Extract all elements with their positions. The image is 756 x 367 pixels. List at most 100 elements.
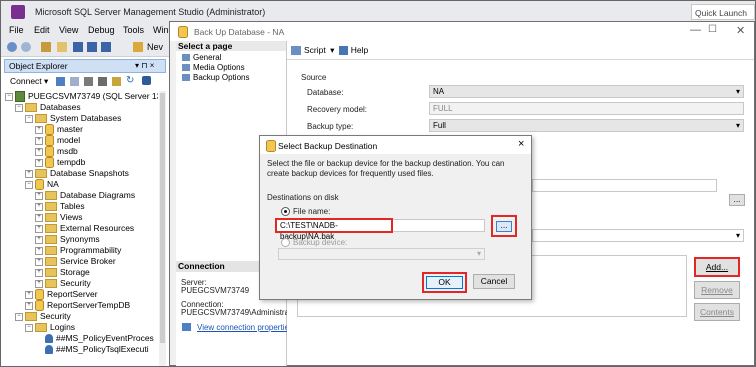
menu-view[interactable]: View (59, 25, 78, 35)
browse-file-button[interactable]: ... (496, 221, 512, 232)
tree-node[interactable]: + Database Diagrams (35, 190, 135, 201)
ok-button[interactable]: OK (426, 276, 463, 289)
tree-node[interactable]: + Programmability (35, 245, 121, 256)
backup-name-field[interactable] (532, 179, 717, 192)
close-icon[interactable]: ✕ (736, 24, 745, 37)
file-name-radio[interactable]: File name: (281, 207, 330, 217)
expand-icon[interactable]: + (35, 257, 43, 266)
tree-node[interactable]: + msdb (35, 146, 78, 158)
destination-type-select[interactable]: ▾ (532, 229, 744, 242)
panel-pin-controls[interactable]: ▾ ⊓ × (135, 61, 154, 70)
cancel-button[interactable]: Cancel (473, 274, 515, 289)
tree-node[interactable]: − Logins (25, 322, 75, 333)
connect-db-icon[interactable] (56, 77, 65, 86)
expand-icon[interactable]: + (35, 158, 43, 167)
menu-debug[interactable]: Debug (88, 25, 115, 35)
script-dropdown-icon[interactable]: ▾ (330, 45, 334, 55)
new-project-icon[interactable] (41, 42, 51, 52)
page-general[interactable]: General (182, 53, 221, 62)
tree-node[interactable]: + Tables (35, 201, 85, 212)
filter-settings-icon[interactable] (112, 77, 121, 86)
close-icon[interactable]: × (518, 138, 524, 150)
maximize-icon[interactable]: ☐ (708, 24, 717, 35)
tree-node[interactable]: − Databases (15, 102, 81, 113)
page-backup-options[interactable]: Backup Options (182, 73, 249, 82)
expand-icon[interactable]: + (35, 136, 43, 145)
expand-icon[interactable]: + (35, 147, 43, 156)
expand-icon[interactable]: + (35, 202, 43, 211)
connect-button[interactable]: Connect ▾ (10, 76, 48, 87)
page-media-options[interactable]: Media Options (182, 63, 245, 72)
forward-icon[interactable] (21, 42, 31, 52)
expand-icon[interactable]: + (25, 301, 33, 310)
tree-node[interactable]: + Security (35, 278, 91, 289)
tree-node[interactable]: + Views (35, 212, 83, 223)
activity-monitor-icon[interactable] (142, 76, 151, 85)
new-query-icon[interactable] (133, 42, 143, 52)
tree-node[interactable]: − NA (25, 179, 59, 191)
script-button[interactable]: Script (304, 45, 326, 55)
expand-icon[interactable]: + (35, 191, 43, 200)
open-icon[interactable] (73, 42, 83, 52)
tree-node[interactable]: − System Databases (25, 113, 121, 124)
tree-node[interactable]: ##MS_PolicyTsqlExecuti (35, 344, 149, 355)
tree-node[interactable]: + Database Snapshots (25, 168, 129, 179)
database-icon (35, 300, 44, 312)
file-name-input-extension[interactable] (393, 219, 485, 232)
backup-device-select[interactable]: ▾ (278, 248, 485, 260)
object-explorer-scrollbar[interactable] (159, 91, 166, 366)
tree-node[interactable]: + Synonyms (35, 234, 100, 245)
tree-node[interactable]: + Service Broker (35, 256, 116, 267)
collapse-icon[interactable]: − (15, 312, 23, 321)
stop-icon[interactable] (84, 77, 93, 86)
expand-icon[interactable]: + (35, 246, 43, 255)
add-destination-button[interactable]: Add... (694, 257, 740, 277)
tree-node[interactable]: ##MS_PolicyEventProces (35, 333, 154, 344)
collapse-icon[interactable]: − (25, 323, 33, 332)
tree-node[interactable]: + tempdb (35, 157, 85, 169)
expand-icon[interactable]: + (35, 224, 43, 233)
tree-node[interactable]: − PUEGCSVM73749 (SQL Server 13.0.1 (5, 91, 158, 103)
help-button[interactable]: Help (351, 45, 368, 55)
refresh-icon[interactable]: ↻ (126, 75, 134, 86)
tree-node[interactable]: + Storage (35, 267, 90, 278)
backup-set-browse-button[interactable]: ... (729, 194, 745, 206)
minimize-icon[interactable]: — (690, 24, 701, 36)
expand-icon[interactable]: + (35, 213, 43, 222)
expand-icon[interactable]: + (35, 235, 43, 244)
backup-type-select[interactable]: Full ▾ (429, 119, 744, 132)
expand-icon[interactable]: + (35, 279, 43, 288)
tree-node[interactable]: + master (35, 124, 83, 136)
tree-node[interactable]: + External Resources (35, 223, 134, 234)
view-connection-properties-link[interactable]: View connection properties (197, 323, 293, 332)
remove-destination-button[interactable]: Remove (694, 281, 740, 299)
menu-edit[interactable]: Edit (34, 25, 50, 35)
menu-tools[interactable]: Tools (123, 25, 144, 35)
expand-icon[interactable]: + (25, 169, 33, 178)
menu-file[interactable]: File (9, 25, 24, 35)
tree-node[interactable]: + model (35, 135, 80, 147)
save-all-icon[interactable] (101, 42, 111, 52)
tree-node[interactable]: + ReportServerTempDB (25, 300, 130, 312)
disconnect-icon[interactable] (70, 77, 79, 86)
expand-icon[interactable]: + (35, 125, 43, 134)
tree-node[interactable]: + ReportServer (25, 289, 98, 301)
back-icon[interactable] (7, 42, 17, 52)
expand-icon[interactable]: + (35, 268, 43, 277)
backup-device-radio[interactable]: Backup device: (281, 238, 347, 248)
new-query-label[interactable]: Nev (147, 42, 163, 52)
quick-launch-input[interactable]: Quick Launch (Ctrl (691, 4, 755, 34)
collapse-icon[interactable]: − (25, 180, 33, 189)
new-file-icon[interactable] (57, 42, 67, 52)
collapse-icon[interactable]: − (5, 92, 13, 101)
database-select[interactable]: NA ▾ (429, 85, 744, 98)
collapse-icon[interactable]: − (25, 114, 33, 123)
expand-icon[interactable]: + (25, 290, 33, 299)
collapse-icon[interactable]: − (15, 103, 23, 112)
contents-button[interactable]: Contents (694, 303, 740, 321)
scrollbar-thumb[interactable] (160, 93, 165, 343)
file-name-input[interactable]: C:\TEST\NADB-backup\NA.bak (275, 218, 393, 241)
filter-icon[interactable] (98, 77, 107, 86)
tree-node[interactable]: − Security (15, 311, 71, 322)
save-icon[interactable] (87, 42, 97, 52)
